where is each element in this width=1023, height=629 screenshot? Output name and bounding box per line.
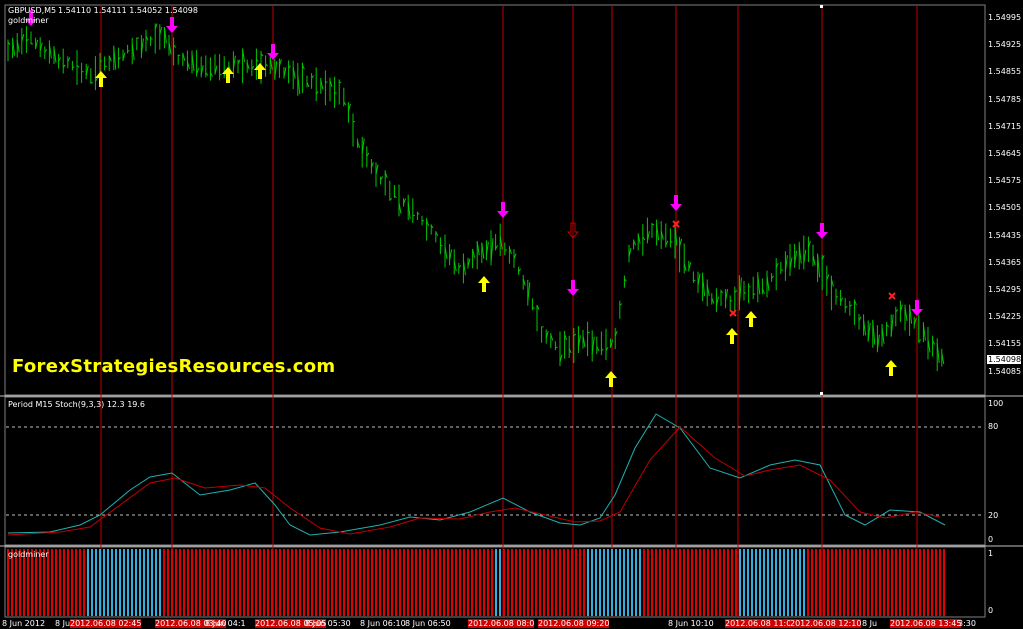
price-level-label: 1.54575 — [988, 176, 1022, 186]
time-axis-label: 3:30 — [958, 619, 976, 628]
price-level-label: 1.54785 — [988, 94, 1022, 104]
stoch-level-80: 80 — [988, 422, 999, 431]
time-axis-label: 8 Jun 2012 — [2, 619, 46, 628]
price-level-label: 1.54925 — [988, 40, 1022, 50]
sell-arrow-icon — [497, 202, 509, 218]
price-level-label: 1.54155 — [988, 339, 1022, 349]
time-axis-label: 8 Jun 05:30 — [305, 619, 351, 628]
price-level-label: 1.54855 — [988, 67, 1022, 77]
current-price-label: 1.54098 — [987, 355, 1022, 364]
chart-symbol: GBPUSD,M5 — [8, 6, 57, 15]
stoch-signal-line — [7, 426, 941, 536]
sell-arrow-icon — [267, 44, 279, 60]
time-axis-label: 8 Jun 04:1 — [205, 619, 246, 628]
stoch-title: Period M15 Stoch(9,3,3) 12.3 19.6 — [8, 400, 145, 409]
main-indicator-label: goldminer — [8, 16, 49, 25]
close-x-icon — [888, 292, 896, 300]
price-level-label: 1.54715 — [988, 121, 1022, 131]
price-level-label: 1.54295 — [988, 285, 1022, 294]
time-axis-highlight-label: 2012.06.08 12:10 — [790, 619, 862, 628]
candle-close-tick — [150, 38, 153, 40]
price-level-label: 1.54365 — [988, 257, 1022, 267]
candle-close-tick — [412, 214, 415, 217]
time-axis-highlight-label: 2012.06.08 13:45 — [890, 619, 962, 628]
chart-ohlc: 1.54110 1.54111 1.54052 1.54098 — [58, 6, 198, 15]
price-level-label: 1.54085 — [988, 366, 1022, 376]
time-axis-label: 8 Jun 10:10 — [668, 619, 714, 628]
price-level-label: 1.54995 — [988, 13, 1022, 22]
buy-arrow-icon — [745, 311, 757, 327]
stoch-panel-border — [4, 396, 986, 546]
goldminer-level-0: 0 — [988, 606, 994, 615]
stoch-level-100: 100 — [988, 399, 1004, 408]
sell-arrow-icon — [911, 300, 923, 316]
stoch-level-0: 0 — [988, 535, 994, 544]
sell-arrow-icon — [816, 223, 828, 239]
sell-arrow-icon — [166, 17, 178, 33]
buy-arrow-icon — [726, 328, 738, 344]
time-axis-highlight-label: 2012.06.08 08:0 — [468, 619, 535, 628]
time-axis-label: 8 Jun 06:10 — [360, 619, 406, 628]
sell-arrow-icon — [567, 280, 579, 296]
price-level-label: 1.54435 — [988, 230, 1022, 240]
time-axis-highlight-label: 2012.06.08 11:05 — [725, 619, 797, 628]
main-chart-canvas — [0, 4, 1023, 618]
stoch-level-20: 20 — [988, 511, 999, 520]
time-axis-highlight-label: 2012.06.08 02:45 — [70, 619, 142, 628]
buy-arrow-icon — [885, 360, 897, 376]
watermark-text: ForexStrategiesResources.com — [12, 356, 336, 377]
time-axis-label: 8 Jun 06:50 — [405, 619, 451, 628]
price-level-label: 1.54225 — [988, 312, 1022, 322]
price-level-label: 1.54645 — [988, 149, 1022, 158]
buy-arrow-icon — [478, 276, 490, 292]
candle-close-tick — [730, 300, 733, 302]
price-level-label: 1.54505 — [988, 203, 1022, 213]
goldminer-level-1: 1 — [988, 549, 994, 558]
candle-close-tick — [104, 65, 107, 68]
window-marker — [820, 5, 823, 8]
main-panel-border — [4, 4, 986, 396]
window-marker — [820, 392, 823, 395]
buy-arrow-icon — [254, 63, 266, 79]
time-axis-highlight-label: 2012.06.08 09:20 — [538, 619, 610, 628]
buy-arrow-icon — [605, 371, 617, 387]
time-axis-label: 8 Ju — [862, 619, 878, 628]
stoch-main-line — [7, 413, 946, 536]
goldminer-title: goldminer — [8, 550, 49, 559]
sell-arrow-icon — [670, 195, 682, 211]
